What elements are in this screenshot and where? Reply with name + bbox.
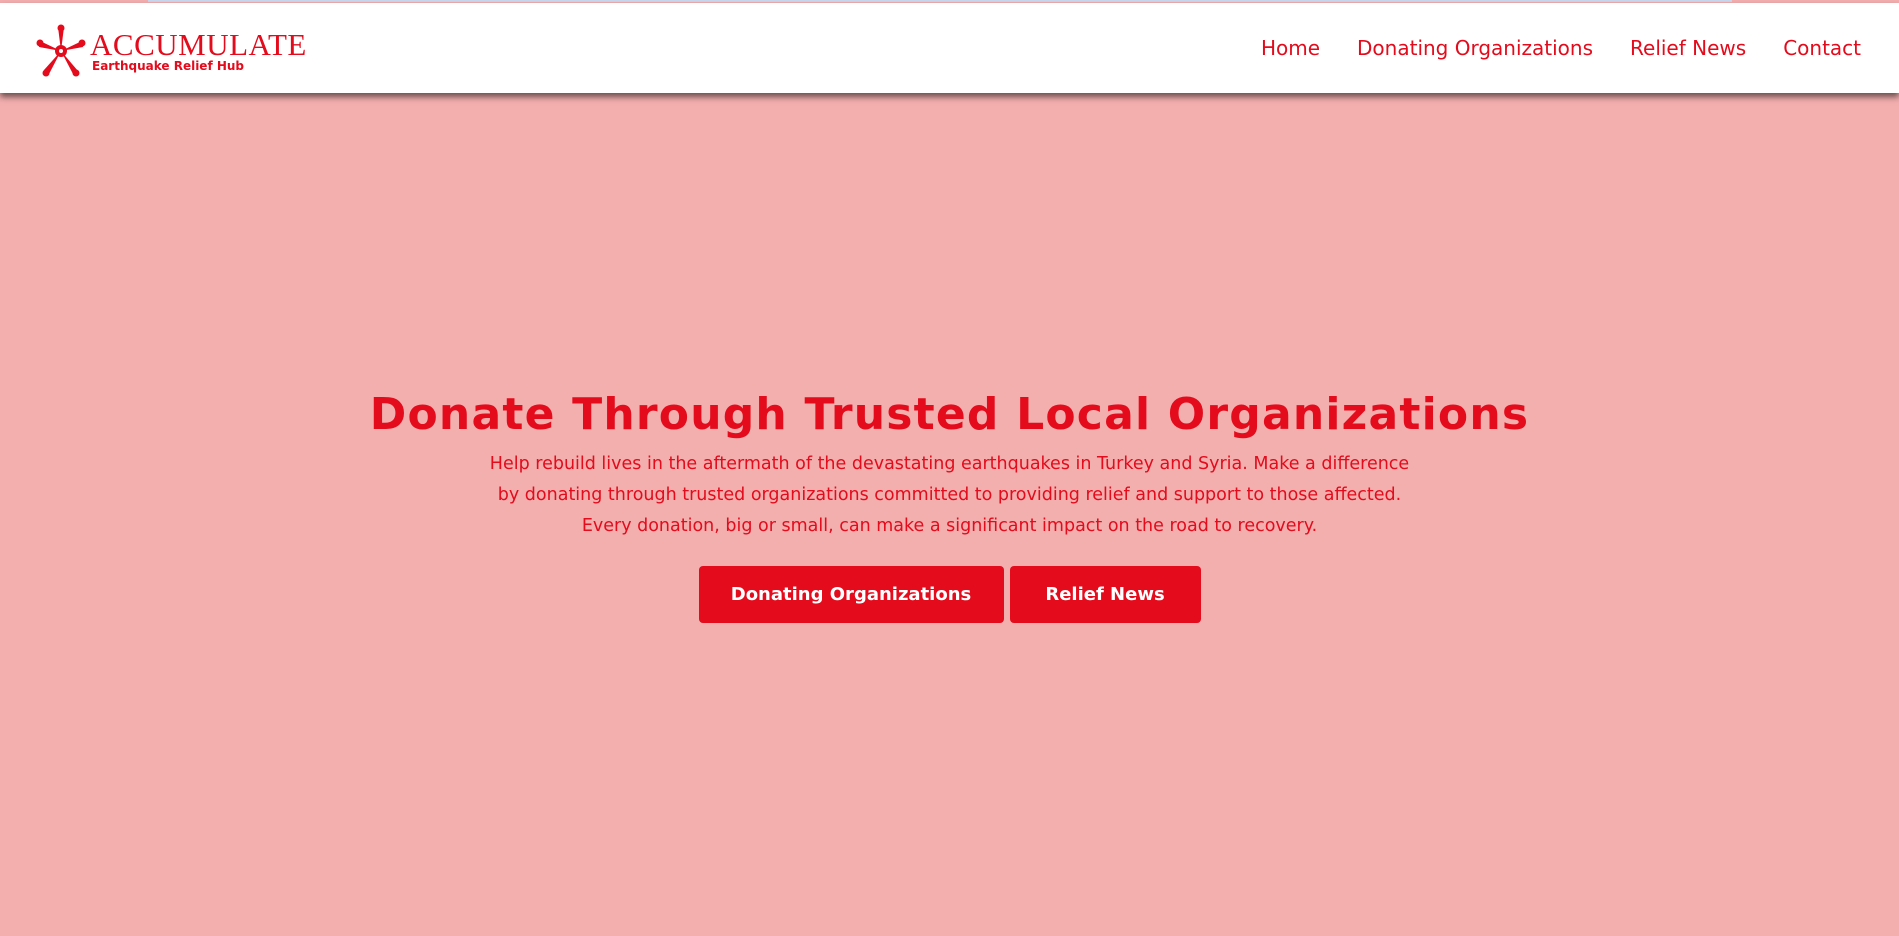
people-hands-star-icon: [36, 24, 86, 77]
hero-buttons: Donating Organizations Relief News: [0, 566, 1899, 623]
nav-relief-news-link[interactable]: Relief News: [1630, 36, 1746, 60]
main-nav: Home Donating Organizations Relief News …: [1224, 3, 1861, 93]
hero-title: Donate Through Trusted Local Organizatio…: [369, 389, 1530, 440]
logo[interactable]: ACCUMULATE Earthquake Relief Hub: [36, 23, 307, 79]
hero-description: Help rebuild lives in the aftermath of t…: [470, 449, 1430, 542]
hero-description-line: by donating through trusted organization…: [497, 485, 1402, 505]
nav-contact-link[interactable]: Contact: [1783, 36, 1861, 60]
hero-section: Donate Through Trusted Local Organizatio…: [0, 385, 1899, 623]
hero-description-line: Every donation, big or small, can make a…: [581, 516, 1318, 536]
logo-title: ACCUMULATE: [90, 26, 307, 62]
browser-top-strip: [148, 0, 1732, 2]
nav-home-link[interactable]: Home: [1261, 36, 1320, 60]
relief-news-button[interactable]: Relief News: [1009, 566, 1201, 623]
donating-organizations-button[interactable]: Donating Organizations: [698, 566, 1004, 623]
logo-subtitle: Earthquake Relief Hub: [92, 58, 245, 73]
hero-description-line: Help rebuild lives in the aftermath of t…: [489, 454, 1410, 474]
navbar: ACCUMULATE Earthquake Relief Hub Home Do…: [0, 3, 1899, 93]
nav-donating-organizations-link[interactable]: Donating Organizations: [1357, 36, 1593, 60]
